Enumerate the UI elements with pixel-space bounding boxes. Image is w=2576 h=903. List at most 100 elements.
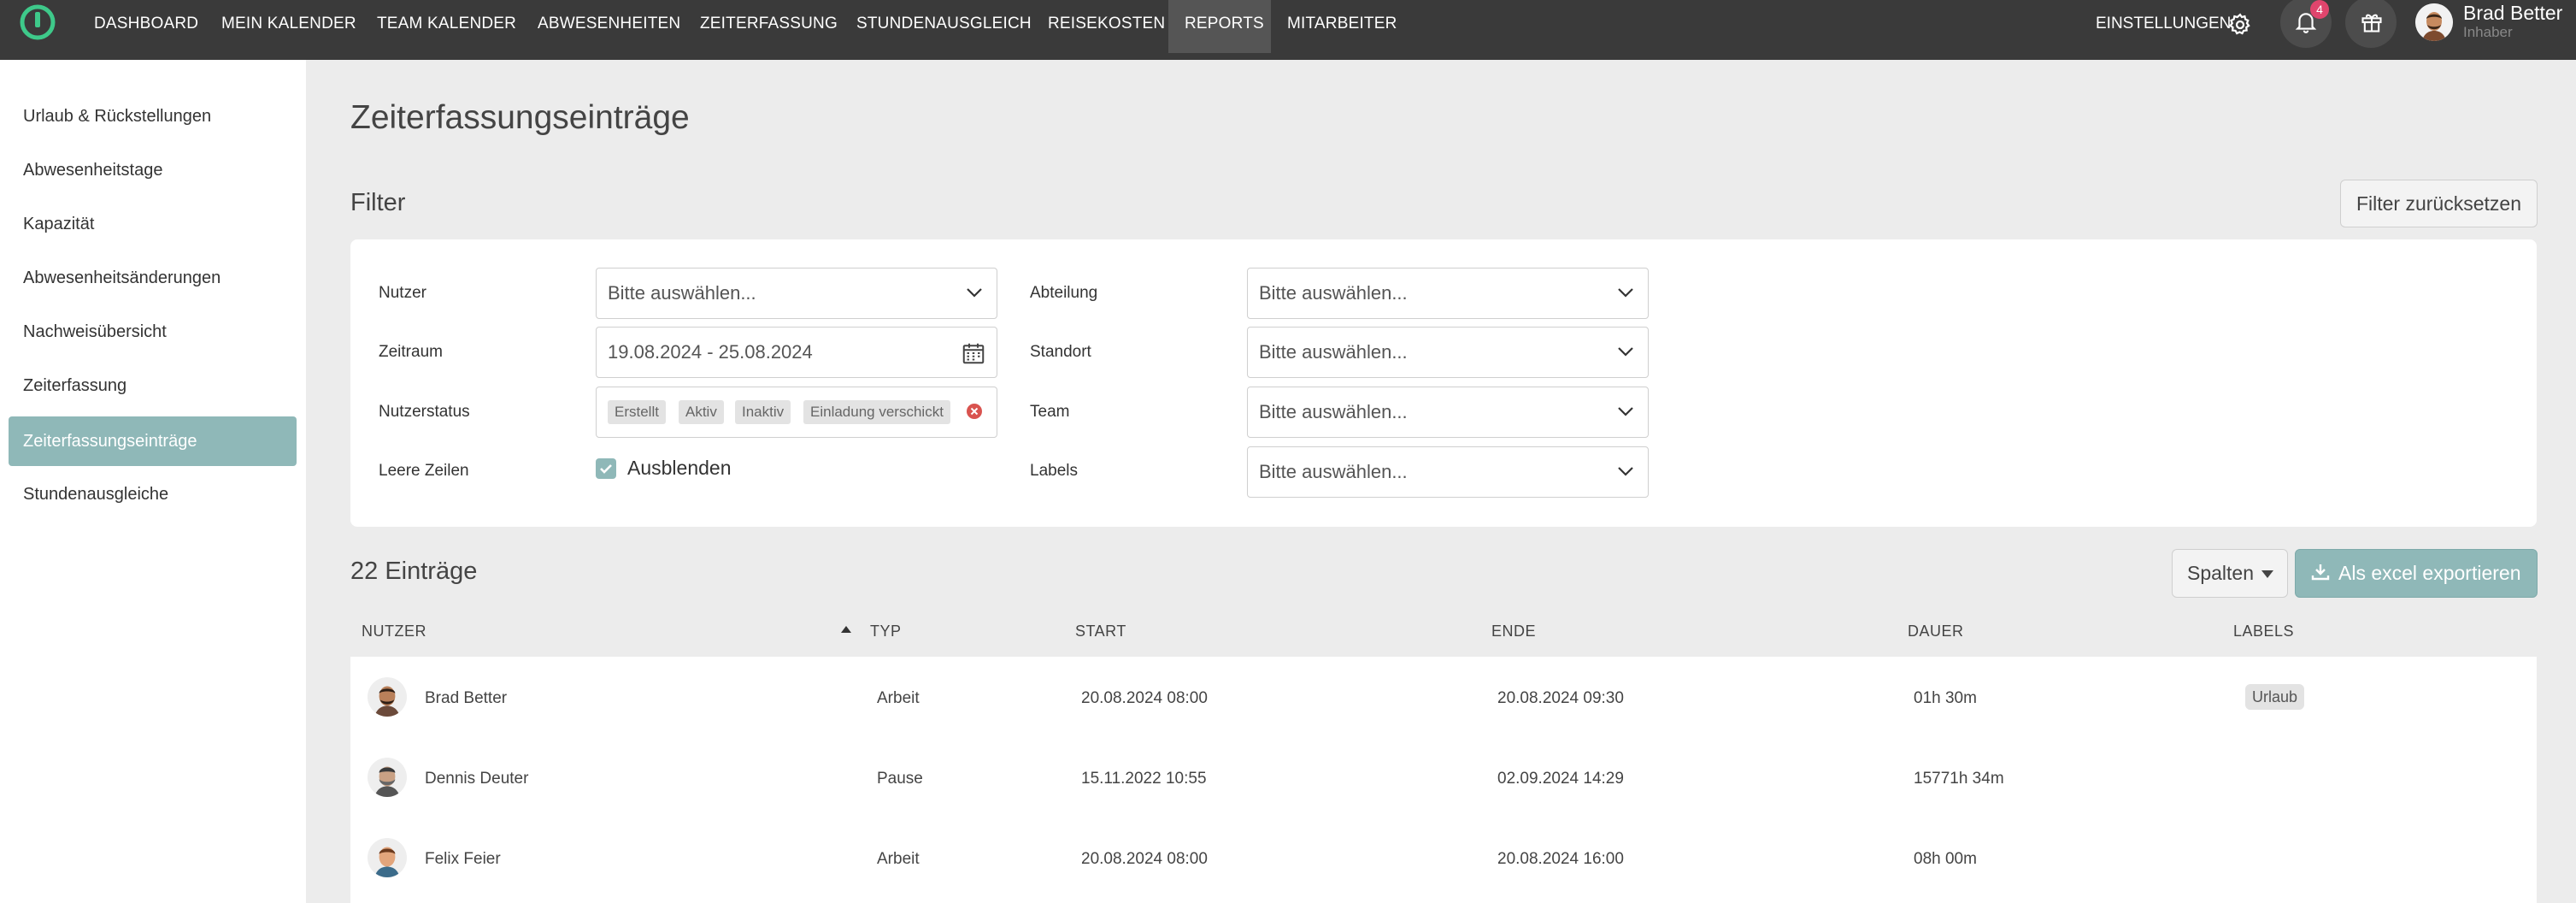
nav-stundenausgleich[interactable]: STUNDENAUSGLEICH	[856, 0, 1032, 53]
columns-dropdown-button[interactable]: Spalten	[2172, 549, 2288, 598]
cell-user[interactable]: Dennis Deuter	[425, 770, 528, 788]
nav-mein-kalender[interactable]: MEIN KALENDER	[221, 0, 356, 53]
cell-duration: 01h 30m	[1914, 689, 1977, 707]
sidebar-item-kapazitaet[interactable]: Kapazität	[9, 199, 297, 249]
cell-end: 20.08.2024 09:30	[1497, 689, 1624, 707]
period-date-input[interactable]: 19.08.2024 - 25.08.2024	[596, 327, 997, 378]
nav-zeiterfassung[interactable]: ZEITERFASSUNG	[700, 0, 838, 53]
sidebar-item-abwesenheitsaenderungen[interactable]: Abwesenheitsänderungen	[9, 253, 297, 303]
department-select[interactable]: Bitte auswählen...	[1247, 268, 1649, 319]
table-row[interactable]: Brad Better Arbeit 20.08.2024 08:00 20.0…	[350, 657, 2537, 737]
sidebar-item-urlaub[interactable]: Urlaub & Rückstellungen	[9, 91, 297, 141]
user-name[interactable]: Brad Better	[2463, 2, 2562, 25]
clear-icon[interactable]	[966, 403, 983, 420]
filter-title: Filter	[350, 189, 406, 216]
cell-end: 20.08.2024 16:00	[1497, 850, 1624, 868]
column-header-dauer[interactable]: DAUER	[1908, 623, 1964, 640]
table-row[interactable]: Dennis Deuter Pause 15.11.2022 10:55 02.…	[350, 737, 2537, 817]
cell-type: Arbeit	[877, 689, 920, 707]
status-tag-aktiv[interactable]: Aktiv	[679, 400, 724, 424]
cell-type: Arbeit	[877, 850, 920, 868]
export-label: Als excel exportieren	[2338, 562, 2521, 584]
chevron-down-icon	[967, 288, 982, 298]
app-logo-icon[interactable]	[19, 3, 56, 41]
columns-label: Spalten	[2187, 562, 2255, 584]
calendar-icon	[962, 343, 985, 364]
location-select-value: Bitte auswählen...	[1259, 341, 1408, 363]
chevron-down-icon	[1618, 288, 1633, 298]
status-tag-erstellt[interactable]: Erstellt	[608, 400, 666, 424]
chevron-down-icon	[1618, 347, 1633, 357]
reset-filter-button[interactable]: Filter zurücksetzen	[2340, 180, 2538, 227]
sidebar-item-abwesenheitstage[interactable]: Abwesenheitstage	[9, 145, 297, 195]
user-status-multiselect[interactable]: Erstellt Aktiv Inaktiv Einladung verschi…	[596, 387, 997, 438]
department-filter-label: Abteilung	[1030, 284, 1098, 302]
user-select[interactable]: Bitte auswählen...	[596, 268, 997, 319]
labels-select[interactable]: Bitte auswählen...	[1247, 446, 1649, 498]
avatar	[368, 677, 407, 717]
page-title: Zeiterfassungseinträge	[350, 99, 690, 136]
gift-icon	[2361, 14, 2382, 32]
sidebar: Urlaub & Rückstellungen Abwesenheitstage…	[0, 60, 306, 903]
download-icon	[2311, 564, 2330, 581]
checkmark-icon	[600, 464, 612, 474]
status-tag-inaktiv[interactable]: Inaktiv	[735, 400, 791, 424]
results-count: 22 Einträge	[350, 558, 478, 585]
gear-icon	[2229, 13, 2250, 35]
gift-button[interactable]	[2345, 0, 2397, 48]
chevron-down-icon	[1618, 467, 1633, 476]
notifications-button[interactable]: 4	[2280, 0, 2332, 48]
chevron-down-icon	[1618, 407, 1633, 416]
table-header: NUTZER TYP START ENDE DAUER LABELS	[350, 609, 2537, 657]
nav-mitarbeiter[interactable]: MITARBEITER	[1287, 0, 1397, 53]
sidebar-item-nachweisuebersicht[interactable]: Nachweisübersicht	[9, 307, 297, 357]
settings-link[interactable]: EINSTELLUNGEN	[2096, 0, 2250, 48]
hide-empty-rows-checkbox[interactable]	[596, 458, 616, 479]
table-row[interactable]: Felix Feier Arbeit 20.08.2024 08:00 20.0…	[350, 817, 2537, 898]
sidebar-item-zeiterfassung[interactable]: Zeiterfassung	[9, 361, 297, 410]
notification-badge: 4	[2310, 0, 2329, 19]
user-role: Inhaber	[2463, 24, 2513, 40]
column-header-labels[interactable]: LABELS	[2233, 623, 2294, 640]
status-tag-einladung[interactable]: Einladung verschickt	[803, 400, 950, 424]
empty-rows-label: Leere Zeilen	[379, 462, 469, 480]
cell-start: 20.08.2024 08:00	[1081, 689, 1208, 707]
column-header-nutzer[interactable]: NUTZER	[362, 623, 426, 640]
nav-dashboard[interactable]: DASHBOARD	[94, 0, 198, 53]
location-filter-label: Standort	[1030, 343, 1091, 361]
user-select-value: Bitte auswählen...	[608, 282, 756, 304]
column-header-start[interactable]: START	[1075, 623, 1126, 640]
column-header-typ[interactable]: TYP	[870, 623, 902, 640]
settings-label: EINSTELLUNGEN	[2096, 15, 2232, 32]
hide-empty-rows-label[interactable]: Ausblenden	[627, 457, 732, 480]
sidebar-item-stundenausgleiche[interactable]: Stundenausgleiche	[9, 469, 297, 519]
nav-team-kalender[interactable]: TEAM KALENDER	[377, 0, 516, 53]
nav-abwesenheiten[interactable]: ABWESENHEITEN	[538, 0, 680, 53]
labels-filter-label: Labels	[1030, 462, 1078, 480]
cell-user[interactable]: Brad Better	[425, 689, 507, 708]
cell-duration: 15771h 34m	[1914, 770, 2004, 788]
label-chip: Urlaub	[2245, 684, 2305, 710]
sort-asc-icon[interactable]	[841, 626, 851, 633]
cell-end: 02.09.2024 14:29	[1497, 770, 1624, 788]
avatar	[368, 838, 407, 877]
user-filter-label: Nutzer	[379, 284, 426, 302]
team-select[interactable]: Bitte auswählen...	[1247, 387, 1649, 438]
cell-type: Pause	[877, 770, 923, 788]
nav-reports[interactable]: REPORTS	[1168, 0, 1271, 53]
user-avatar[interactable]	[2415, 3, 2453, 41]
export-excel-button[interactable]: Als excel exportieren	[2295, 549, 2538, 598]
avatar	[368, 758, 407, 797]
column-header-ende[interactable]: ENDE	[1491, 623, 1536, 640]
cell-start: 20.08.2024 08:00	[1081, 850, 1208, 868]
top-navbar: DASHBOARD MEIN KALENDER TEAM KALENDER AB…	[0, 0, 2576, 60]
cell-user[interactable]: Felix Feier	[425, 850, 501, 869]
department-select-value: Bitte auswählen...	[1259, 282, 1408, 304]
cell-start: 15.11.2022 10:55	[1081, 770, 1207, 788]
location-select[interactable]: Bitte auswählen...	[1247, 327, 1649, 378]
nav-reisekosten[interactable]: REISEKOSTEN	[1048, 0, 1165, 53]
period-filter-label: Zeitraum	[379, 343, 443, 361]
team-select-value: Bitte auswählen...	[1259, 401, 1408, 422]
sidebar-item-zeiterfassungseintraege[interactable]: Zeiterfassungseinträge	[9, 416, 297, 466]
period-value: 19.08.2024 - 25.08.2024	[608, 341, 813, 363]
